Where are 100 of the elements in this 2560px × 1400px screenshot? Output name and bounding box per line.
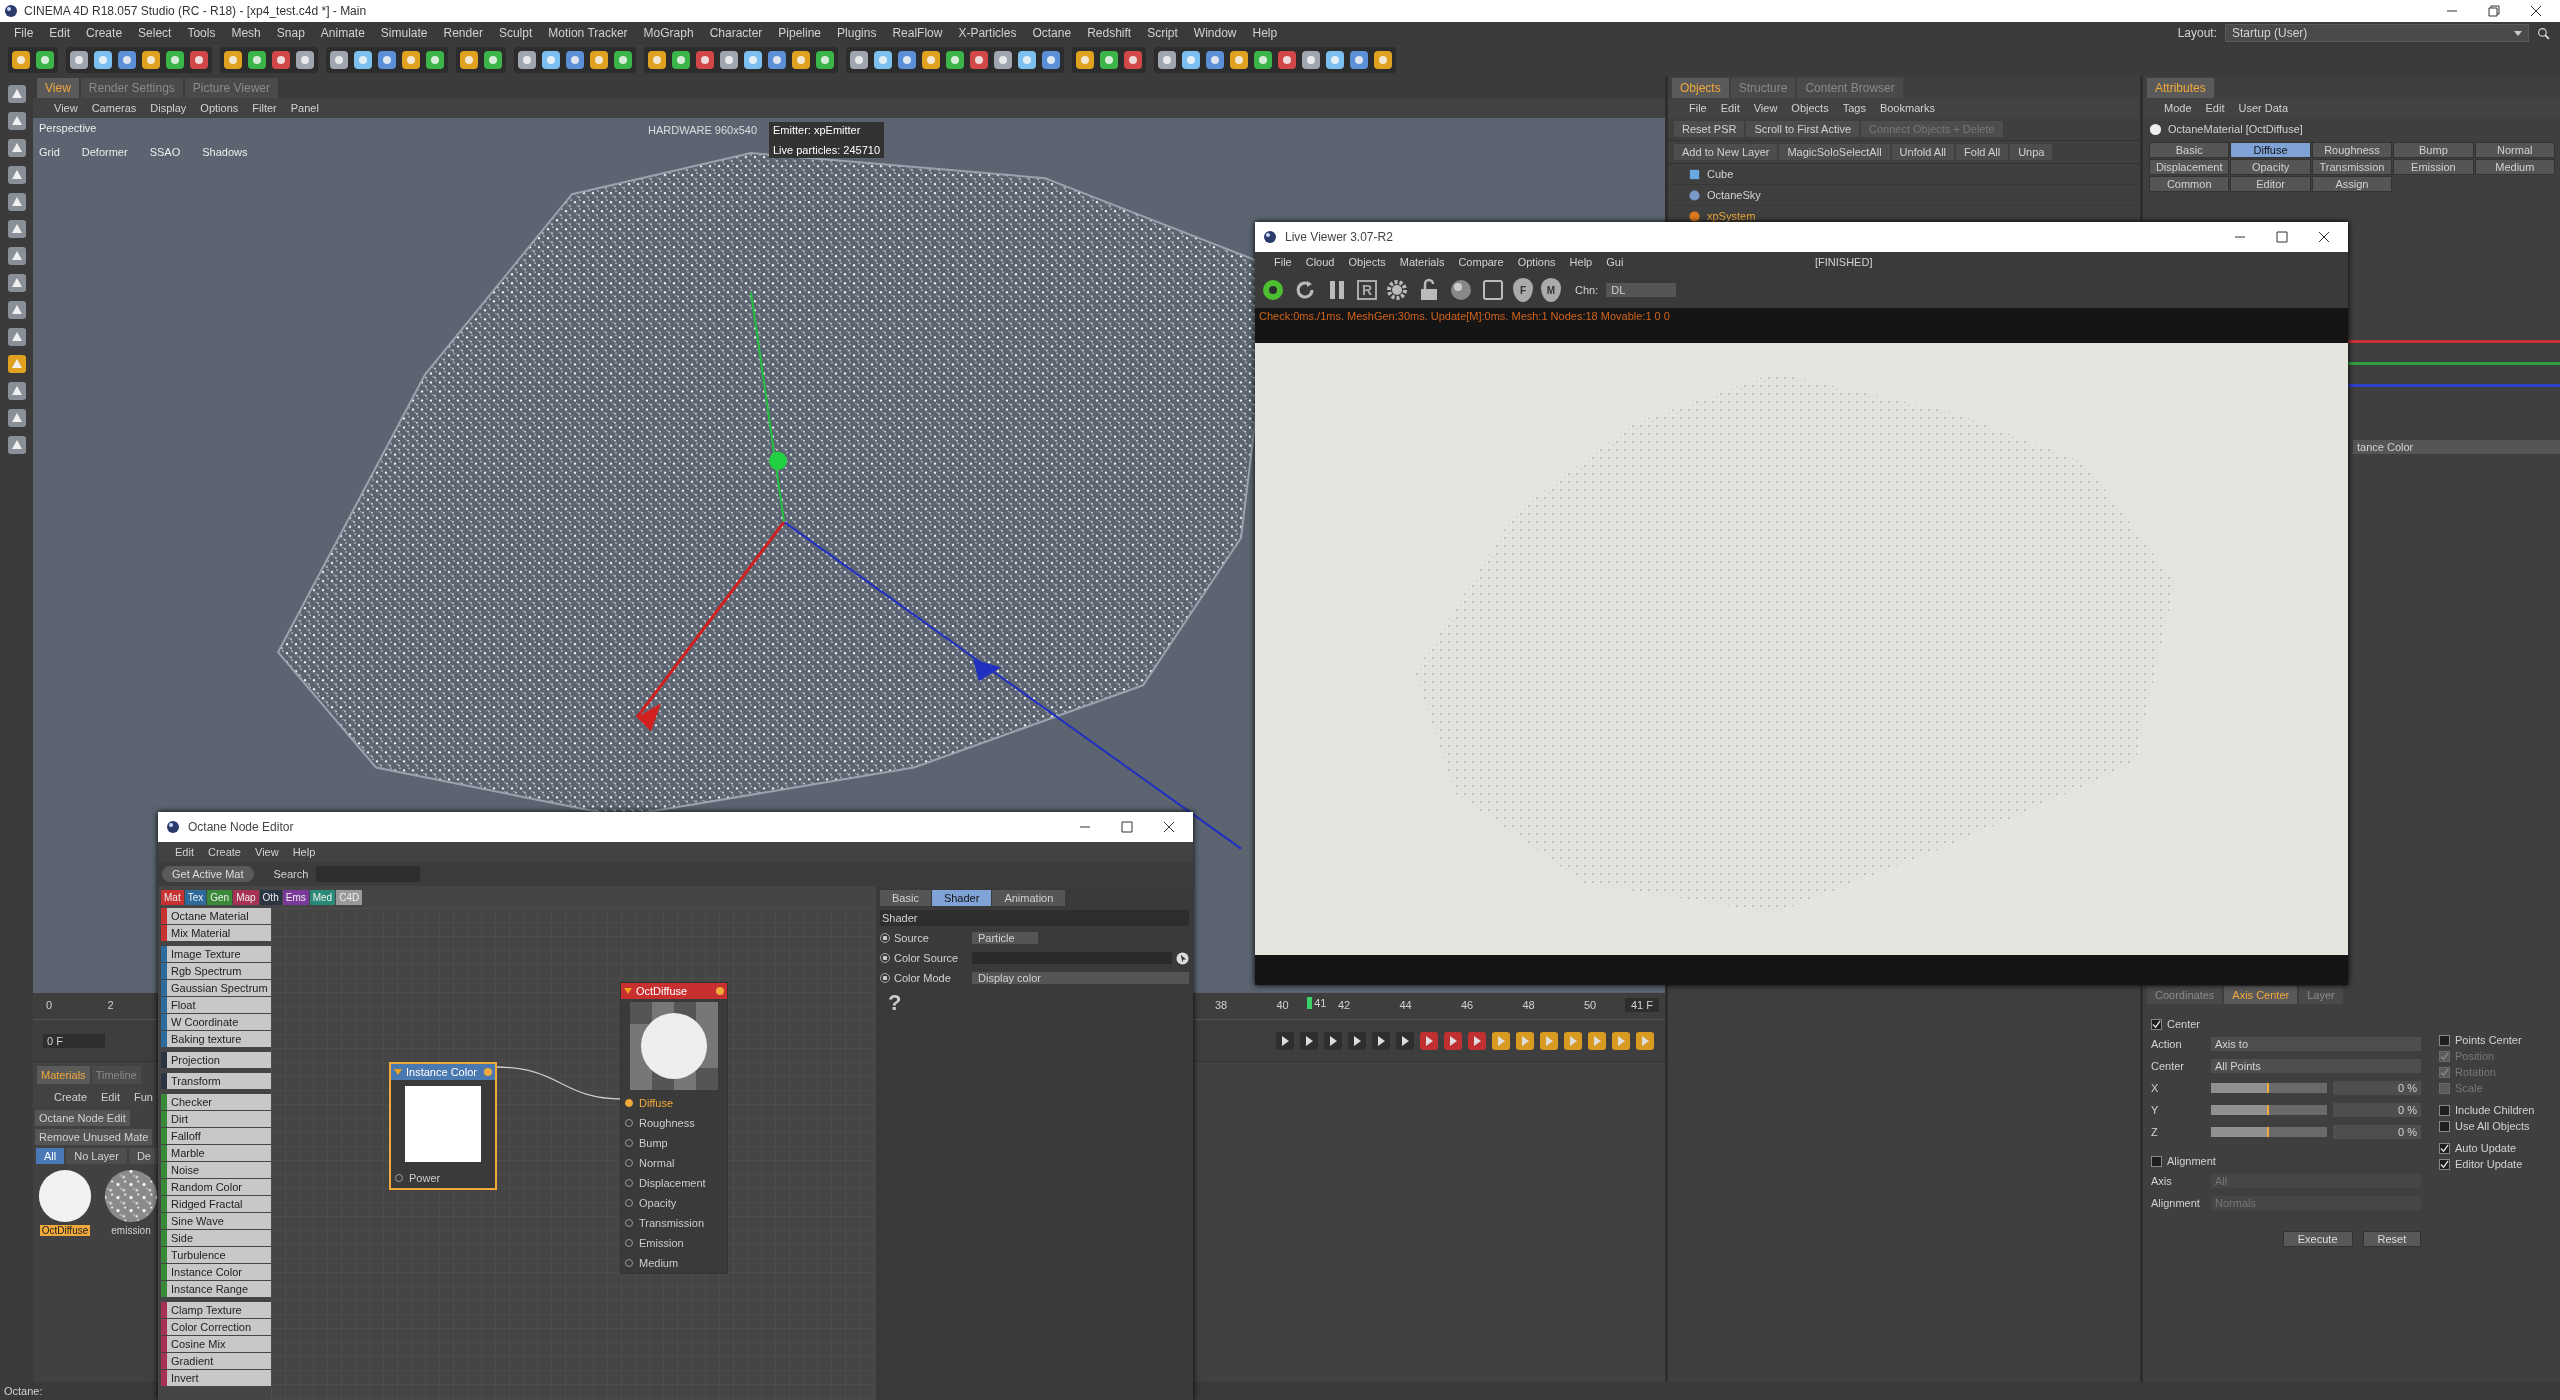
- tool-icon[interactable]: [539, 48, 563, 72]
- tool-icon[interactable]: [1155, 48, 1179, 72]
- tool-icon[interactable]: [741, 48, 765, 72]
- menu-item[interactable]: Create: [78, 26, 131, 40]
- checkbox[interactable]: [2439, 1120, 2450, 1132]
- playback-icon[interactable]: [1443, 1030, 1463, 1051]
- tool-icon[interactable]: [221, 48, 245, 72]
- tool-icon[interactable]: [611, 48, 635, 72]
- toolbar-button[interactable]: Unfold All: [1891, 144, 1955, 160]
- object-name[interactable]: Cube: [1707, 168, 1734, 180]
- command-button[interactable]: Octane Node Edit: [35, 1110, 130, 1126]
- filter-tab[interactable]: De: [128, 1148, 159, 1164]
- node-list-item[interactable]: Transform: [161, 1073, 271, 1089]
- menu-item[interactable]: Octane: [1024, 26, 1080, 40]
- attribute-tab[interactable]: Bump: [2393, 142, 2474, 158]
- category-tab[interactable]: Tex: [184, 889, 207, 905]
- menu-item[interactable]: Help: [1562, 256, 1600, 268]
- tool-icon[interactable]: [645, 48, 669, 72]
- toolbar-button[interactable]: Add to New Layer: [1674, 144, 1778, 160]
- toolbar-button[interactable]: MagicSoloSelectAll: [1779, 144, 1890, 160]
- tool-icon[interactable]: [245, 48, 269, 72]
- attribute-tab[interactable]: Diffuse: [2230, 142, 2311, 158]
- tool-icon[interactable]: [423, 48, 447, 72]
- object-name[interactable]: xpSystem: [1707, 210, 1756, 222]
- menu-item[interactable]: Pipeline: [770, 26, 830, 40]
- tool-icon[interactable]: [1073, 48, 1097, 72]
- menu-item[interactable]: Animate: [312, 26, 373, 40]
- tool-icon[interactable]: [1015, 48, 1039, 72]
- playback-icon[interactable]: [1275, 1030, 1295, 1051]
- maximize-icon[interactable]: [2276, 231, 2288, 243]
- tool-icon[interactable]: [871, 48, 895, 72]
- menu-item[interactable]: Mesh: [223, 26, 269, 40]
- playback-icon[interactable]: [1611, 1030, 1631, 1051]
- menu-item[interactable]: Panel: [283, 102, 326, 114]
- playback-icon[interactable]: [1539, 1030, 1559, 1051]
- tool-icon[interactable]: [115, 48, 139, 72]
- menu-item[interactable]: Render: [435, 26, 491, 40]
- playback-icon[interactable]: [1587, 1030, 1607, 1051]
- input-port[interactable]: [625, 1099, 633, 1107]
- menu-item[interactable]: Help: [285, 846, 323, 858]
- playback-icon[interactable]: [1635, 1030, 1655, 1051]
- category-tab[interactable]: Oth: [259, 889, 282, 905]
- playback-icon[interactable]: [1347, 1030, 1367, 1051]
- tool-icon[interactable]: [587, 48, 611, 72]
- toolbar-button[interactable]: Fold All: [1956, 144, 2009, 160]
- node-list-item[interactable]: Marble: [161, 1145, 271, 1161]
- tool-icon[interactable]: [967, 48, 991, 72]
- attribute-tab[interactable]: Normal: [2474, 142, 2555, 158]
- playback-icon[interactable]: [1299, 1030, 1319, 1051]
- node-canvas[interactable]: Instance Color Power OctDiffuse Diffuse Roughness Bump Normal Displacement Opacity Transmission Emission Medium: [271, 908, 876, 1400]
- material-node[interactable]: OctDiffuse Diffuse Roughness Bump Normal Displacement Opacity Transmission Emission Medium: [620, 982, 728, 1274]
- tool-icon[interactable]: [991, 48, 1015, 72]
- node-list-item[interactable]: Baking texture: [161, 1031, 271, 1047]
- tool-icon[interactable]: [789, 48, 813, 72]
- panel-tab[interactable]: Shader: [931, 890, 992, 906]
- radio-button[interactable]: [880, 953, 890, 963]
- material-swatch[interactable]: [102, 1167, 160, 1225]
- playback-icon[interactable]: [1323, 1030, 1343, 1051]
- tool-icon[interactable]: [515, 48, 539, 72]
- category-tab[interactable]: Ems: [282, 889, 309, 905]
- node-list-item[interactable]: Checker: [161, 1094, 271, 1110]
- slider-fill[interactable]: [2211, 1126, 2269, 1137]
- tool-icon[interactable]: [269, 48, 293, 72]
- panel-tab[interactable]: Animation: [992, 890, 1066, 906]
- help-icon[interactable]: ?: [888, 990, 902, 1016]
- node-list-item[interactable]: Invert: [161, 1370, 271, 1386]
- category-tab[interactable]: Gen: [207, 889, 233, 905]
- attribute-tab[interactable]: Medium: [2474, 159, 2555, 175]
- menu-item[interactable]: Snap: [268, 26, 313, 40]
- settings-icon[interactable]: [1385, 278, 1409, 302]
- panel-tab[interactable]: Axis Center: [2224, 986, 2298, 1004]
- attribute-tab[interactable]: Transmission: [2311, 159, 2393, 175]
- filter-tab[interactable]: All: [36, 1148, 65, 1164]
- menu-item[interactable]: RealFlow: [884, 26, 951, 40]
- node-list-item[interactable]: Instance Range: [161, 1281, 271, 1297]
- output-port[interactable]: [716, 987, 724, 995]
- menu-item[interactable]: Fun: [127, 1091, 160, 1103]
- menu-item[interactable]: Simulate: [372, 26, 436, 40]
- menu-item[interactable]: Script: [1139, 26, 1186, 40]
- menu-item[interactable]: Tags: [1835, 102, 1873, 114]
- number-field[interactable]: 0 %: [2333, 1080, 2421, 1095]
- dropdown[interactable]: Axis to: [2211, 1036, 2421, 1051]
- source-dropdown[interactable]: Particle: [972, 932, 1038, 944]
- tool-icon[interactable]: [187, 48, 211, 72]
- tool-icon[interactable]: [457, 48, 481, 72]
- tool-icon[interactable]: [351, 48, 375, 72]
- node-list-item[interactable]: Mix Material: [161, 925, 271, 941]
- menu-item[interactable]: Materials: [1392, 256, 1452, 268]
- number-field[interactable]: 0 %: [2333, 1102, 2421, 1117]
- tool-icon[interactable]: [163, 48, 187, 72]
- tool-icon[interactable]: [33, 48, 57, 72]
- pointer-icon[interactable]: [1176, 951, 1189, 965]
- menu-item[interactable]: File: [6, 26, 42, 40]
- menu-item[interactable]: Edit: [2198, 102, 2232, 114]
- node-list-item[interactable]: Random Color: [161, 1179, 271, 1195]
- tool-icon[interactable]: [693, 48, 717, 72]
- menu-item[interactable]: View: [47, 102, 85, 114]
- menu-item[interactable]: Compare: [1451, 256, 1511, 268]
- playback-icon[interactable]: [1395, 1030, 1415, 1051]
- category-tab[interactable]: Map: [233, 889, 259, 905]
